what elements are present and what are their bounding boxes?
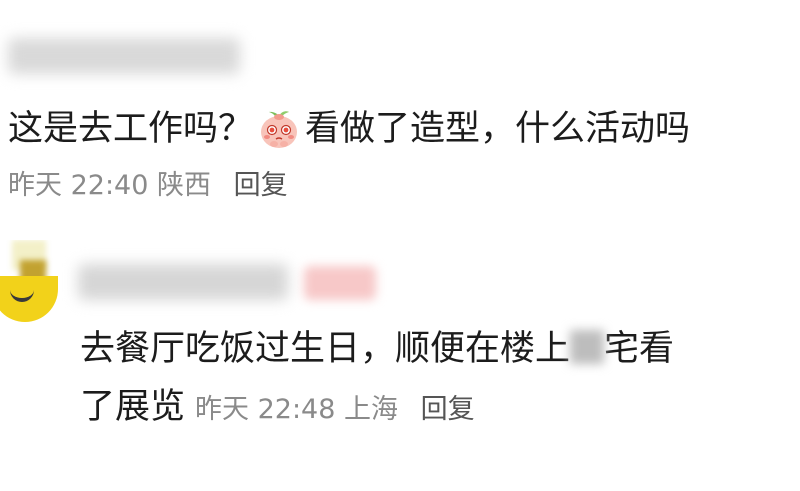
comment-meta-2: 昨天 22:48 上海 回复: [195, 396, 475, 423]
comment-body-1: 这是去工作吗？ 看做了造型，什么活动吗: [8, 104, 690, 154]
comment-thread: 这是去工作吗？ 看做了造型，什么活动吗 昨天 22:40 陕西 回复 去餐厅吃饭…: [0, 0, 800, 491]
comment-meta-1: 昨天 22:40 陕西 回复: [8, 172, 288, 199]
blurred-username: [8, 38, 240, 74]
comment-body-2-line2: 了展览 昨天 22:48 上海 回复: [80, 390, 475, 425]
blurred-username: [78, 264, 288, 300]
blurred-badge: [304, 266, 376, 300]
blushing-peach-emoji-icon: [261, 111, 298, 148]
comment-location: 上海: [344, 394, 399, 425]
comment-text-part: 宅看: [604, 329, 675, 369]
reply-button[interactable]: 回复: [234, 170, 288, 201]
avatar-mouth: [10, 284, 34, 302]
comment-body-2-line1: 去餐厅吃饭过生日，顺便在楼上 宅看: [80, 330, 674, 367]
comment-time: 昨天 22:40: [8, 170, 149, 201]
comment-time: 昨天 22:48: [195, 394, 336, 425]
blurred-character: [570, 330, 605, 364]
comment-text-part: 了展览: [80, 387, 186, 427]
comment-text-part: 看做了造型，什么活动吗: [305, 108, 691, 149]
comment-text-part: 去餐厅吃饭过生日，顺便在楼上: [80, 329, 571, 369]
reply-button[interactable]: 回复: [421, 394, 475, 425]
comment-text-part: 这是去工作吗？: [8, 108, 254, 149]
comment-location: 陕西: [157, 170, 211, 201]
